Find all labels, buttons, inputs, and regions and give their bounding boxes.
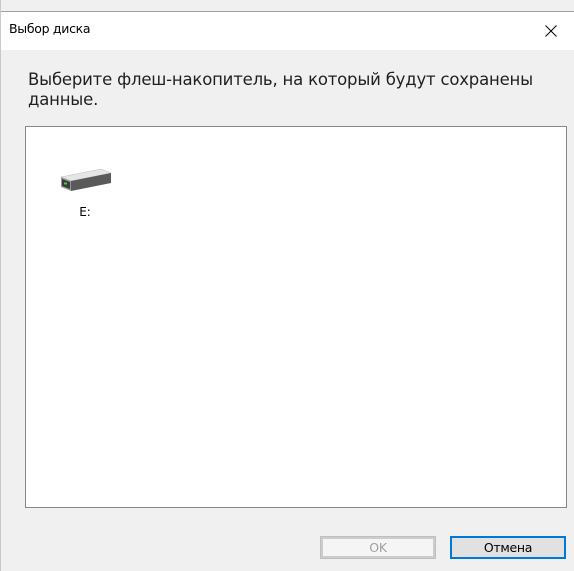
cancel-button[interactable]: Отмена [450,536,566,559]
ok-button[interactable]: OK [320,536,436,559]
drive-icon [59,168,113,191]
cancel-button-label: Отмена [483,540,533,555]
title-bar[interactable]: Выбор диска [1,11,574,50]
drive-item-e[interactable]: E: [52,159,118,239]
drive-label: E: [79,205,91,219]
ok-button-label: OK [369,540,387,555]
instruction-text: Выберите флеш-накопитель, на который буд… [28,70,533,109]
drive-selection-dialog: Выбор диска Выберите флеш-накопитель, на… [0,0,574,571]
window-title: Выбор диска [9,21,91,36]
close-icon [545,25,557,37]
drive-list[interactable]: E: [25,126,567,508]
close-button[interactable] [528,12,574,50]
